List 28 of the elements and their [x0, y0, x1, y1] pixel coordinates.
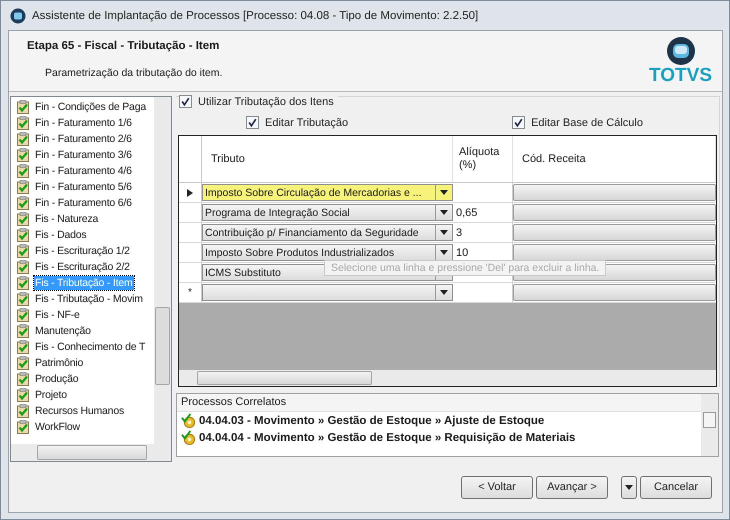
step-label: Fin - Faturamento 2/6	[34, 132, 133, 146]
step-label: Recursos Humanos	[34, 404, 126, 418]
step-label: Fis - Natureza	[34, 212, 100, 226]
step-label: Fin - Faturamento 6/6	[34, 196, 133, 210]
step-label: Fin - Faturamento 3/6	[34, 148, 133, 162]
step-label: Fis - Tributação - Item	[34, 276, 134, 290]
logo-text: TOTVS	[649, 66, 712, 86]
step-description: Parametrização da tributação do item.	[45, 67, 222, 79]
tooltip: Selecione uma linha e pressione 'Del' para excluir a linha.	[324, 260, 606, 276]
new-row-marker: *	[188, 287, 192, 298]
step-label: Fis - Escrituração 1/2	[34, 244, 131, 258]
step-label: Fin - Faturamento 4/6	[34, 164, 133, 178]
step-label: Fin - Faturamento 1/6	[34, 116, 133, 130]
step-label: Manutenção	[34, 324, 92, 338]
step-label: WorkFlow	[34, 420, 81, 434]
step-label: Fis - Tributação - Movim	[34, 292, 144, 306]
step-label: Fis - Conhecimento de T	[34, 340, 146, 354]
step-label: Fis - Dados	[34, 228, 88, 242]
step-label: Fis - Escrituração 2/2	[34, 260, 131, 274]
step-label: Patrimônio	[34, 356, 84, 370]
step-label: Projeto	[34, 388, 68, 402]
step-label: Produção	[34, 372, 80, 386]
step-label: Fin - Faturamento 5/6	[34, 180, 133, 194]
related-title: Processos Correlatos	[177, 394, 701, 412]
step-title: Etapa 65 - Fiscal - Tributação - Item	[27, 40, 220, 52]
step-label: Fis - NF-e	[34, 308, 81, 322]
window-title: Assistente de Implantação de Processos [Processo: 04.08 - Tipo de Movimento: 2.2.50]	[32, 10, 478, 22]
step-label: Fin - Condições de Paga	[34, 100, 147, 114]
